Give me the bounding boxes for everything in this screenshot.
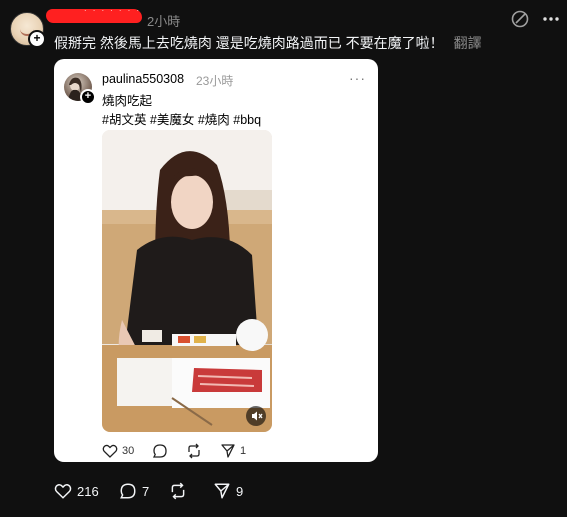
- heart-icon: [102, 444, 118, 458]
- repost-button[interactable]: [169, 482, 187, 500]
- more-icon[interactable]: [541, 9, 561, 29]
- post-time: 2小時: [147, 14, 181, 29]
- thread-post: + ˙ ˙ ˙ ˙ ˙ ˙ ˙ 2小時 假掰完 然後馬上去吃燒肉 還是吃燒肉路過…: [0, 0, 567, 517]
- muted-speaker-icon: [252, 411, 263, 421]
- quoted-share-button[interactable]: 1: [220, 443, 246, 459]
- quoted-follow-plus-icon[interactable]: +: [80, 89, 96, 105]
- quoted-hashtags[interactable]: #胡文英 #美魔女 #燒肉 #bbq: [102, 109, 261, 128]
- quoted-share-count: 1: [240, 445, 247, 457]
- caption-text: 假掰完 然後馬上去吃燒肉 還是吃燒肉路過而已 不要在魔了啦！: [54, 35, 444, 51]
- quoted-like-button[interactable]: 30: [102, 443, 134, 459]
- redacted-mark: ˙ ˙ ˙ ˙ ˙ ˙ ˙: [84, 9, 141, 21]
- comment-icon: [120, 483, 136, 499]
- translate-link[interactable]: 翻譯: [454, 35, 482, 51]
- quoted-repost-button[interactable]: [186, 443, 202, 459]
- send-icon: [221, 444, 235, 458]
- repost-icon: [171, 482, 185, 500]
- comment-icon: [152, 444, 167, 458]
- heart-icon: [54, 483, 72, 499]
- video-frame-image: [102, 130, 272, 432]
- quoted-post-card[interactable]: + paulina550308 23小時 ··· 燒肉吃起 #胡文英 #美魔女 …: [54, 59, 378, 462]
- post-caption: 假掰完 然後馬上去吃燒肉 還是吃燒肉路過而已 不要在魔了啦！ 翻譯: [54, 33, 482, 53]
- follow-plus-icon[interactable]: +: [28, 30, 46, 48]
- edit-icon[interactable]: [510, 9, 530, 29]
- send-icon: [214, 483, 230, 499]
- reply-count: 7: [142, 483, 150, 499]
- video-mute-button[interactable]: [246, 406, 266, 426]
- like-count: 216: [77, 483, 99, 499]
- reply-button[interactable]: 7: [119, 482, 149, 500]
- share-count: 9: [236, 483, 244, 499]
- quoted-video[interactable]: [102, 130, 272, 432]
- repost-icon: [188, 443, 200, 459]
- quoted-more-icon[interactable]: ···: [349, 70, 366, 86]
- quoted-time: 23小時: [196, 74, 234, 88]
- quoted-username[interactable]: paulina550308: [102, 72, 184, 86]
- like-button[interactable]: 216: [54, 482, 99, 500]
- quoted-reply-button[interactable]: [152, 443, 168, 459]
- share-button[interactable]: 9: [213, 482, 243, 500]
- quoted-text-line1: 燒肉吃起: [102, 94, 153, 108]
- quoted-like-count: 30: [122, 445, 135, 457]
